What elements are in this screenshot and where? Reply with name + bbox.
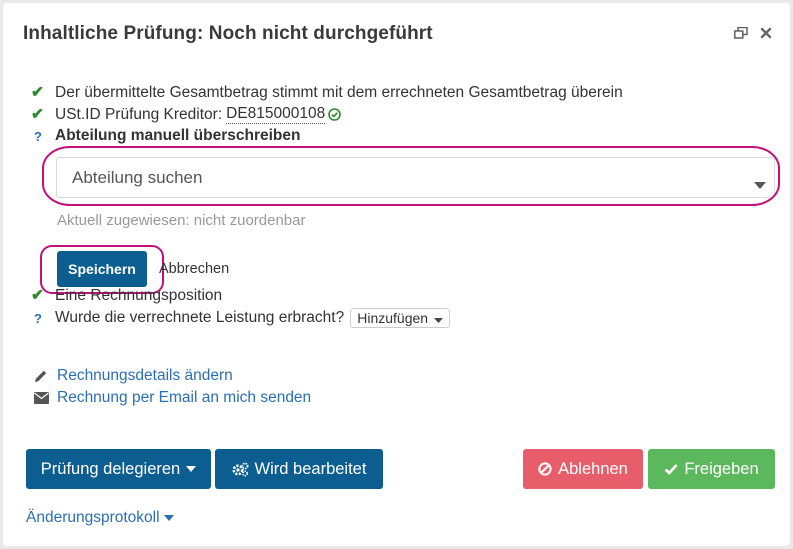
changelog-label: Änderungsprotokoll xyxy=(26,509,160,526)
service-question-text: Wurde die verrechnete Leistung erbracht? xyxy=(55,309,345,326)
check-icon: ✔ xyxy=(31,106,44,123)
delegate-button[interactable]: Prüfung delegieren xyxy=(26,449,211,489)
reject-button-label: Ablehnen xyxy=(558,459,628,478)
vat-label: USt.ID Prüfung Kreditor: xyxy=(55,105,223,123)
check-total-text: Der übermittelte Gesamtbetrag stimmt mit… xyxy=(55,83,623,101)
check-icon xyxy=(664,463,678,475)
current-department: Aktuell zugewiesen: nicht zuordenbar xyxy=(57,212,306,229)
department-override-label: Abteilung manuell überschreiben xyxy=(55,127,301,144)
check-vat-row: ✔ USt.ID Prüfung Kreditor: DE815000108 xyxy=(31,105,342,124)
edit-details-link[interactable]: Rechnungsdetails ändern xyxy=(57,367,233,385)
service-question-row: ? Wurde die verrechnete Leistung erbrach… xyxy=(31,308,451,328)
review-panel: Inhaltliche Prüfung: Noch nicht durchgef… xyxy=(3,3,790,546)
caret-down-icon xyxy=(163,515,174,521)
check-total-row: ✔ Der übermittelte Gesamtbetrag stimmt m… xyxy=(31,83,623,102)
in-progress-button[interactable]: Wird bearbeitet xyxy=(215,449,383,489)
email-me-link[interactable]: Rechnung per Email an mich senden xyxy=(57,389,311,407)
department-search-placeholder: Abteilung suchen xyxy=(72,167,203,187)
department-override-row: ? Abteilung manuell überschreiben xyxy=(31,127,300,145)
pencil-icon xyxy=(34,369,57,383)
invoice-position-row: ✔ Eine Rechnungsposition xyxy=(31,286,222,305)
check-icon: ✔ xyxy=(31,287,44,304)
caret-down-icon xyxy=(754,174,766,194)
envelope-icon xyxy=(34,392,57,404)
department-search-select[interactable]: Abteilung suchen xyxy=(56,157,775,198)
delegate-button-label: Prüfung delegieren xyxy=(40,459,181,478)
in-progress-button-label: Wird bearbeitet xyxy=(254,459,367,478)
add-select-value: Hinzufügen xyxy=(357,310,429,326)
edit-details-row: Rechnungsdetails ändern xyxy=(34,367,233,385)
question-icon: ? xyxy=(34,128,42,144)
email-me-row: Rechnung per Email an mich senden xyxy=(34,389,311,407)
panel-title: Inhaltliche Prüfung: Noch nicht durchgef… xyxy=(23,23,433,44)
approve-button-label: Freigeben xyxy=(684,459,759,478)
check-circle-icon xyxy=(328,108,342,121)
cogs-icon xyxy=(232,462,249,477)
check-icon: ✔ xyxy=(31,84,44,101)
changelog-toggle[interactable]: Änderungsprotokoll xyxy=(26,509,174,527)
cancel-link[interactable]: Abbrechen xyxy=(159,261,229,277)
caret-down-icon xyxy=(434,310,444,326)
reject-button[interactable]: Ablehnen xyxy=(523,449,643,489)
add-select[interactable]: Hinzufügen xyxy=(350,308,451,328)
restore-window-icon[interactable] xyxy=(734,27,748,39)
close-icon[interactable] xyxy=(760,27,772,39)
caret-down-icon xyxy=(186,466,197,472)
approve-button[interactable]: Freigeben xyxy=(648,449,775,489)
vat-id[interactable]: DE815000108 xyxy=(226,105,326,124)
window-controls xyxy=(734,27,772,39)
question-icon: ? xyxy=(34,310,42,326)
ban-icon xyxy=(538,462,552,476)
invoice-position-text: Eine Rechnungsposition xyxy=(55,286,223,304)
save-button[interactable]: Speichern xyxy=(57,251,147,287)
